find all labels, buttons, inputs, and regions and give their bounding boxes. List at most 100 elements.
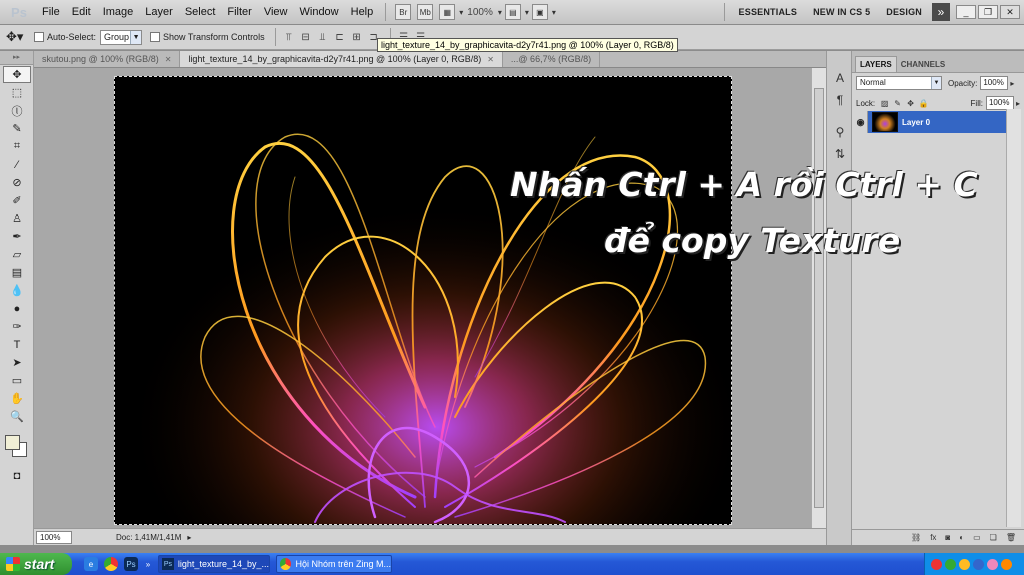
menu-layer[interactable]: Layer xyxy=(139,6,179,18)
ie-icon[interactable]: e xyxy=(84,557,98,571)
healing-brush-tool-icon[interactable]: ⊘ xyxy=(3,174,31,191)
tool-presets-panel-icon[interactable]: ⇅ xyxy=(830,145,850,163)
canvas[interactable] xyxy=(114,76,732,525)
tray-icon[interactable] xyxy=(959,558,970,570)
extras-button[interactable]: ▦ xyxy=(439,4,456,20)
tab-layers[interactable]: LAYERS xyxy=(855,56,897,72)
clone-stamp-tool-icon[interactable]: ♙ xyxy=(3,210,31,227)
mini-bridge-button[interactable]: Mb xyxy=(417,4,434,20)
rectangle-tool-icon[interactable]: ▭ xyxy=(3,372,31,389)
more-workspaces-icon[interactable]: » xyxy=(932,3,950,21)
tab-channels[interactable]: CHANNELS xyxy=(897,57,949,72)
tray-icon[interactable] xyxy=(973,558,984,570)
chevron-down-icon[interactable]: ▾ xyxy=(498,8,502,17)
quick-mask-icon[interactable]: ◘ xyxy=(3,467,31,484)
quick-selection-tool-icon[interactable]: ✎ xyxy=(3,120,31,137)
photoshop-quicklaunch-icon[interactable]: Ps xyxy=(124,557,138,571)
character-panel-icon[interactable]: A xyxy=(830,69,850,87)
start-button[interactable]: start xyxy=(0,553,72,575)
fill-slider-icon[interactable]: ▸ xyxy=(1016,99,1020,108)
auto-select-dropdown[interactable]: Group ▼ xyxy=(100,29,143,45)
scrollbar-thumb[interactable] xyxy=(814,88,824,508)
expand-quicklaunch-icon[interactable]: » xyxy=(144,557,152,571)
workspace-new-in-cs5[interactable]: NEW IN CS 5 xyxy=(813,7,870,17)
dodge-tool-icon[interactable]: ● xyxy=(3,300,31,317)
taskbar-item-chrome[interactable]: Hội Nhóm trên Zing M... xyxy=(276,555,392,573)
new-layer-icon[interactable]: ❏ xyxy=(990,533,997,542)
delete-layer-icon[interactable]: 🗑 xyxy=(1006,533,1016,542)
taskbar-item-photoshop[interactable]: Ps light_texture_14_by_... xyxy=(158,555,270,573)
clone-source-panel-icon[interactable]: ⚲ xyxy=(830,123,850,141)
lock-all-icon[interactable]: 🔒 xyxy=(918,98,929,109)
zoom-level[interactable]: 100% xyxy=(467,7,493,18)
show-transform-checkbox[interactable] xyxy=(150,32,161,42)
adjustment-layer-icon[interactable]: ◐ xyxy=(959,533,964,542)
layers-scrollbar[interactable] xyxy=(1006,109,1021,527)
color-swatches[interactable] xyxy=(3,433,31,463)
menu-view[interactable]: View xyxy=(258,6,294,18)
blend-mode-dropdown[interactable]: Normal ▼ xyxy=(856,76,942,90)
pen-tool-icon[interactable]: ✑ xyxy=(3,318,31,335)
opacity-slider-icon[interactable]: ▸ xyxy=(1010,79,1014,88)
zoom-tool-icon[interactable]: 🔍 xyxy=(3,408,31,425)
marquee-tool-icon[interactable]: ⬚ xyxy=(3,84,31,101)
new-group-icon[interactable]: ▭ xyxy=(973,533,981,542)
tray-icon[interactable] xyxy=(1001,558,1012,570)
menu-edit[interactable]: Edit xyxy=(66,6,97,18)
tray-icon[interactable] xyxy=(931,558,942,570)
menu-select[interactable]: Select xyxy=(179,6,222,18)
menu-help[interactable]: Help xyxy=(345,6,380,18)
move-tool-preset-icon[interactable]: ✥▾ xyxy=(6,29,34,45)
align-hcenter-icon[interactable]: ⊞ xyxy=(350,30,364,44)
minimize-icon[interactable]: _ xyxy=(956,5,976,19)
restore-icon[interactable]: ❐ xyxy=(978,5,998,19)
auto-select-checkbox[interactable] xyxy=(34,32,44,42)
menu-image[interactable]: Image xyxy=(97,6,140,18)
menu-filter[interactable]: Filter xyxy=(221,6,257,18)
workspace-design[interactable]: DESIGN xyxy=(886,7,922,17)
hand-tool-icon[interactable]: ✋ xyxy=(3,390,31,407)
align-bottom-icon[interactable]: ⫫ xyxy=(316,30,330,44)
close-icon[interactable]: ✕ xyxy=(165,55,172,64)
move-tool-icon[interactable]: ✥ xyxy=(3,66,31,83)
close-icon[interactable]: ✕ xyxy=(487,55,494,64)
menu-file[interactable]: File xyxy=(36,6,66,18)
vertical-scrollbar[interactable] xyxy=(811,68,826,528)
visibility-eye-icon[interactable]: ◉ xyxy=(854,111,868,133)
add-mask-icon[interactable]: ◙ xyxy=(945,533,950,542)
menu-window[interactable]: Window xyxy=(294,6,345,18)
close-icon[interactable]: ✕ xyxy=(1000,5,1020,19)
eraser-tool-icon[interactable]: ▱ xyxy=(3,246,31,263)
type-tool-icon[interactable]: T xyxy=(3,336,31,353)
blur-tool-icon[interactable]: 💧 xyxy=(3,282,31,299)
tray-icon[interactable] xyxy=(987,558,998,570)
lock-image-icon[interactable]: ✎ xyxy=(892,98,903,109)
fill-input[interactable]: 100% xyxy=(985,96,1014,110)
panel-grip[interactable]: ▸▸ xyxy=(0,51,33,65)
paragraph-panel-icon[interactable]: ¶ xyxy=(830,91,850,109)
screen-mode-button[interactable]: ▣ xyxy=(531,4,548,20)
chevron-down-icon[interactable]: ▾ xyxy=(525,8,529,17)
document-tab[interactable]: skutou.png @ 100% (RGB/8) ✕ xyxy=(34,51,181,67)
tray-icon[interactable] xyxy=(945,558,956,570)
eyedropper-tool-icon[interactable]: ⁄ xyxy=(3,156,31,173)
align-vcenter-icon[interactable]: ⊟ xyxy=(299,30,313,44)
zoom-field[interactable]: 100% xyxy=(36,530,72,544)
lock-transparency-icon[interactable]: ▨ xyxy=(879,98,890,109)
link-layers-icon[interactable]: ⛓ xyxy=(911,533,921,542)
foreground-color-swatch[interactable] xyxy=(5,435,20,450)
brush-tool-icon[interactable]: ✐ xyxy=(3,192,31,209)
lock-position-icon[interactable]: ✥ xyxy=(905,98,916,109)
lasso-tool-icon[interactable]: ⓛ xyxy=(3,102,31,119)
align-left-icon[interactable]: ⊏ xyxy=(333,30,347,44)
document-tab-active[interactable]: light_texture_14_by_graphicavita-d2y7r41… xyxy=(180,51,503,67)
status-menu-icon[interactable]: ▸ xyxy=(187,533,191,542)
chevron-down-icon[interactable]: ▾ xyxy=(552,8,556,17)
opacity-input[interactable]: 100% xyxy=(980,76,1009,90)
path-selection-tool-icon[interactable]: ➤ xyxy=(3,354,31,371)
arrange-documents-button[interactable]: ▤ xyxy=(504,4,521,20)
align-top-icon[interactable]: ⫪ xyxy=(282,30,296,44)
workspace-essentials[interactable]: ESSENTIALS xyxy=(739,7,798,17)
history-brush-tool-icon[interactable]: ✒ xyxy=(3,228,31,245)
chevron-down-icon[interactable]: ▾ xyxy=(459,8,463,17)
